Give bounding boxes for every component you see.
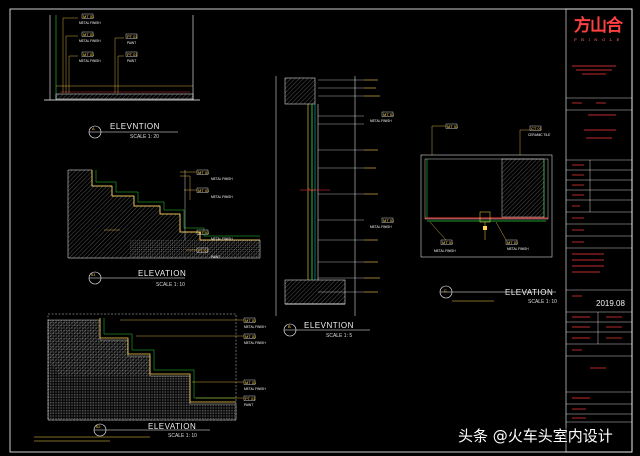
view-a-mat-paint-2: PAINT [127,59,137,63]
view-a-tag-pt-2: PT 01 [127,51,138,57]
view-a-scale: SCALE 1: 20 [130,134,159,140]
view-a-title: ELEVNTION [110,122,160,131]
view-01-tag-pt: PT 01 [198,247,209,253]
view-b-tag-mt-2: MT 01 [383,217,395,223]
brand-subtitle: F R I N G L E [574,37,621,42]
view-02-drawing [34,313,256,442]
title-block-text-marks [572,65,622,419]
view-c-tag-mt-2: MT 01 [442,239,454,245]
view-a-tag-mt-2: MT 01 [83,31,95,37]
view-02-tag-mt: MT 01 [245,317,257,323]
brand-logo: 方山合 F R I N G L E [574,16,626,43]
view-a-marker: A [92,126,95,131]
view-b-drawing [275,76,394,337]
view-01-mat-paint: PAINT [211,255,221,259]
view-01-marker: 01 [91,272,96,277]
view-a-tag-mt-3: MT 01 [83,51,95,57]
view-02-title: ELEVATION [148,422,197,431]
view-02-tag-mt-3: MT 01 [245,379,257,385]
view-c-tag-mt: MT 01 [447,123,459,129]
view-c-scale: SCALE 1: 10 [528,299,557,305]
view-02-tag-mt-2: MT 01 [245,333,257,339]
view-01-scale: SCALE 1: 10 [156,282,185,288]
view-01-title: ELEVATION [138,269,187,278]
view-b-title: ELEVNTION [304,321,354,330]
view-a-tag-mt: MT 01 [83,13,95,19]
view-01-tag-mt-3: MT 01 [198,229,210,235]
view-c-mat-metal-2: METAL FINISH [507,247,529,251]
view-01-mat-metal: METAL FINISH [211,177,233,181]
view-c-tag-mt-3: MT 01 [507,239,519,245]
view-01-mat-metal-2: METAL FINISH [211,195,233,199]
view-c-marker: C [444,288,447,293]
view-c-mat-ceramic: CERAMIC TILE [528,133,551,137]
view-b-scale: SCALE 1: 5 [326,333,353,339]
view-b-marker: B [288,324,291,329]
cad-drawing-sheet [9,8,633,453]
view-a-tag-pt: PT 01 [127,33,138,39]
view-02-mat-metal: METAL FINISH [244,325,266,329]
view-02-mat-metal-3: METAL FINISH [244,387,266,391]
view-a-mat-metal: METAL FINISH [79,21,101,25]
watermark-text: 头条 @火车头室内设计 [458,427,613,445]
view-c-drawing [420,123,556,302]
view-b-tag-mt: MT 01 [383,111,395,117]
view-a-mat-paint: PAINT [127,41,137,45]
view-02-mat-metal-2: METAL FINISH [244,341,266,345]
brand-name: 方山合 [574,16,623,36]
view-c-mat-metal: METAL FINISH [434,249,456,253]
view-02-marker: 02 [96,424,101,429]
drawing-date: 2019.08 [596,299,625,308]
view-b-mat-metal-2: METAL FINISH [370,225,392,229]
view-02-mat-paint: PAINT [244,403,254,407]
view-a-drawing [44,13,200,139]
view-01-mat-metal-3: METAL FINISH [211,237,233,241]
view-01-tag-mt-2: MT 01 [198,187,210,193]
view-c-title: ELEVATION [505,288,554,297]
view-b-mat-metal: METAL FINISH [370,119,392,123]
view-a-mat-metal-2: METAL FINISH [79,39,101,43]
view-01-tag-mt: MT 01 [198,169,210,175]
title-block-border [565,8,633,453]
view-c-tag-ct: CT 01 [531,125,542,131]
view-02-scale: SCALE 1: 10 [168,433,197,439]
view-a-mat-metal-3: METAL FINISH [79,59,101,63]
view-01-drawing [67,169,261,285]
view-02-tag-pt: PT 01 [245,395,256,401]
